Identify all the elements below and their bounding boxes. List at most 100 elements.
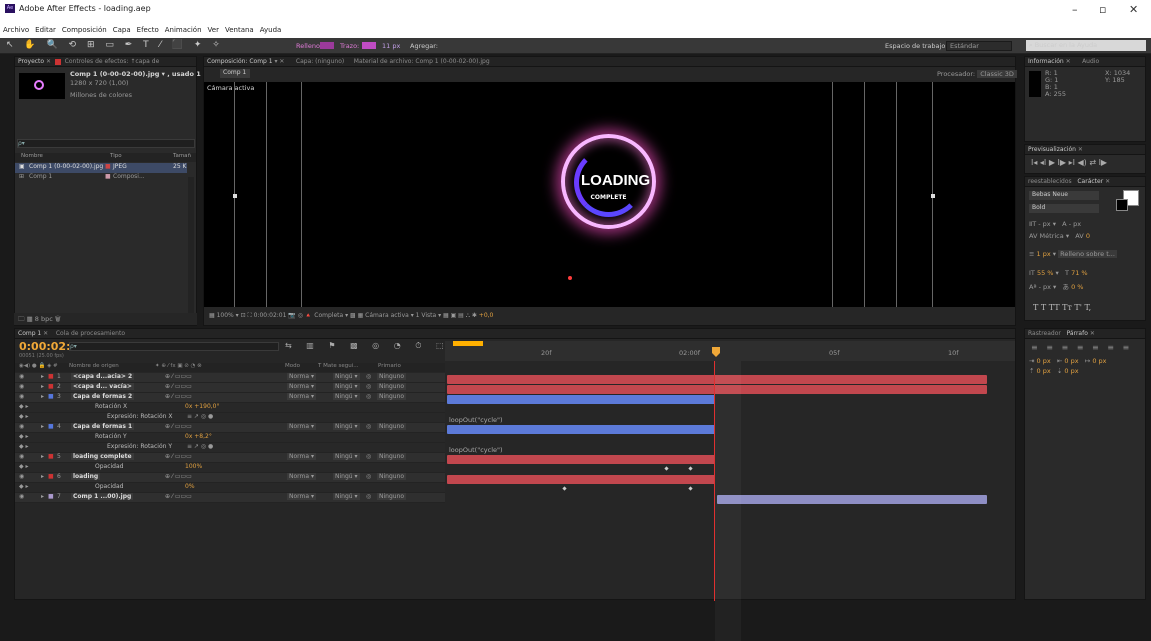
tab-comp1[interactable]: Comp 1 [18,330,41,337]
col-mode[interactable]: Modo [285,363,300,369]
stroke-width[interactable]: 11 px [382,42,400,50]
property-row[interactable]: ◆ ▸ Expresión: Rotación X ≡ ↗ ◎ ● [15,413,445,423]
col-parent[interactable]: Primario [378,363,401,369]
layer-name[interactable]: <capa d... vacía> [71,383,134,390]
expand-arrow-icon[interactable]: ▸ [41,393,44,400]
menu-item-1[interactable]: Editar [32,26,59,34]
label-color-icon[interactable]: ■ [48,383,54,390]
trash-icon[interactable]: 🗑 [55,315,61,323]
stroke-swatch[interactable] [362,42,376,49]
pickwhip-icon[interactable]: ◎ [366,423,371,430]
layer-row[interactable]: ◉ ▸ ■ 1 <capa d...acia> 2 ⊕ ⁄ ▭▭▭ Norma ▾ Ningú… [15,373,445,383]
parent-select[interactable]: Ninguno [377,453,407,460]
track-matte-select[interactable]: Ningú ▾ [333,393,360,400]
eye-icon[interactable]: ◉ [19,493,24,500]
tab-effect-controls[interactable]: Controles de efectos: ↑capa de [65,58,160,65]
layer-switches[interactable]: ⊕ ⁄ ▭▭▭ [165,393,192,400]
align-buttons[interactable]: ≡ ≡ ≡ ≡ ≡ ≡ ≡ [1031,343,1132,352]
menu-item-0[interactable]: Archivo [0,26,32,34]
blend-mode-select[interactable]: Norma ▾ [287,493,316,500]
track-matte-select[interactable]: Ningú ▾ [333,453,360,460]
track-matte-select[interactable]: Ningú ▾ [333,373,360,380]
parent-select[interactable]: Ninguno [377,473,407,480]
tab-project[interactable]: Proyecto [18,58,44,65]
label-color-icon[interactable]: ■ [48,373,54,380]
blend-mode-select[interactable]: Norma ▾ [287,373,316,380]
eye-icon[interactable]: ◉ [19,393,24,400]
parent-select[interactable]: Ninguno [377,373,407,380]
tab-preview[interactable]: Previsualización [1028,146,1076,153]
playhead-handle[interactable] [712,347,720,357]
stroke-width-row[interactable]: ≡ 1 px ▾ Relleno sobre t... [1029,250,1117,258]
layer-bar[interactable] [447,425,715,434]
menu-item-5[interactable]: Animación [162,26,205,34]
timeline-search-input[interactable]: ρ▾ [69,342,279,351]
layer-bar[interactable] [447,475,715,484]
expression-icons[interactable]: ≡ ↗ ◎ ● [187,413,213,420]
layer-row[interactable]: ◉ ▸ ■ 5 loading complete ⊕ ⁄ ▭▭▭ Norma ▾ Ningú … [15,453,445,463]
project-item[interactable]: ▣ Comp 1 (0-00-02-00).jpg ■ JPEG 25 K [15,163,187,173]
layer-switches[interactable]: ⊕ ⁄ ▭▭▭ [165,373,192,380]
comp-viewer[interactable]: Cámara activa LOADING COMPLETE [204,82,1015,307]
layer-row[interactable]: ◉ ▸ ■ 7 Comp 1 ...00).jpg ⊕ ⁄ ▭▭▭ Norma ▾ Ningú… [15,493,445,503]
layer-name[interactable]: Capa de formas 2 [71,393,135,400]
exposure-value[interactable]: +0,0 [479,312,494,319]
keyframe-nav-icon[interactable]: ◆ ▸ [19,443,29,450]
baseline-row[interactable]: Aª - px ▾ あ 0 % [1029,281,1083,291]
eye-icon[interactable]: ◉ [19,383,24,390]
track-matte-select[interactable]: Ningú ▾ [333,493,360,500]
layer-switches[interactable]: ⊕ ⁄ ▭▭▭ [165,473,192,480]
property-row[interactable]: ◆ ▸ Opacidad 0% [15,483,445,493]
folder-icon[interactable]: 🗀 ▦ [18,315,33,323]
eye-icon[interactable]: ◉ [19,473,24,480]
pickwhip-icon[interactable]: ◎ [366,473,371,480]
layer-bar[interactable] [447,455,715,464]
layer-switches[interactable]: ⊕ ⁄ ▭▭▭ [165,423,192,430]
work-area-start[interactable] [453,341,483,346]
label-color-icon[interactable]: ■ [48,473,54,480]
track-matte-select[interactable]: Ningú ▾ [333,473,360,480]
expand-arrow-icon[interactable]: ▸ [41,423,44,430]
menu-item-3[interactable]: Capa [110,26,134,34]
blend-mode-select[interactable]: Norma ▾ [287,383,316,390]
maximize-button[interactable]: ▫ [1099,3,1106,16]
renderer-select[interactable]: Classic 3D [977,70,1017,78]
quality-select[interactable]: Completa [314,312,343,319]
kerning[interactable]: AV Métrica ▾ AV 0 [1029,232,1090,240]
camera-select[interactable]: Cámara activa [365,312,409,319]
tab-character[interactable]: Carácter [1077,178,1103,185]
layer-name[interactable]: loading complete [71,453,134,460]
grid-icon[interactable]: ▦ [209,312,215,319]
font-size[interactable]: ⅡT - px ▾ A - px [1029,220,1081,228]
blend-mode-select[interactable]: Norma ▾ [287,473,316,480]
layer-switches[interactable]: ⊕ ⁄ ▭▭▭ [165,453,192,460]
property-row[interactable]: ◆ ▸ Expresión: Rotación Y ≡ ↗ ◎ ● [15,443,445,453]
menu-item-6[interactable]: Ver [205,26,222,34]
keyframe[interactable] [664,466,669,471]
project-scrollbar[interactable] [188,177,194,317]
property-value[interactable]: 0% [185,483,195,490]
parent-select[interactable]: Ninguno [377,393,407,400]
expand-arrow-icon[interactable]: ▸ [41,383,44,390]
property-row[interactable]: ◆ ▸ Opacidad 100% [15,463,445,473]
keyframe-nav-icon[interactable]: ◆ ▸ [19,483,29,490]
text-style-buttons[interactable]: T T TT Tт T' T, [1033,303,1091,312]
layer-name[interactable]: loading [71,473,101,480]
help-search-input[interactable]: ⌕ Buscar en la Ayuda [1026,40,1146,51]
camera-icon[interactable]: 📷 [288,312,295,319]
expand-arrow-icon[interactable]: ▸ [41,453,44,460]
label-color-icon[interactable]: ■ [48,423,54,430]
playhead-line[interactable] [714,361,715,601]
close-button[interactable]: ✕ [1129,3,1138,16]
col-type[interactable]: Tipo [110,153,122,159]
project-item[interactable]: ⊞ Comp 1 ■ Composi... [15,173,187,183]
layer-name[interactable]: <capa d...acia> 2 [71,373,135,380]
property-row[interactable]: ◆ ▸ Rotación X 0x +190,0° [15,403,445,413]
space-row[interactable]: ⇡ 0 px ⇣ 0 px [1029,367,1079,375]
parent-select[interactable]: Ninguno [377,493,407,500]
pickwhip-icon[interactable]: ◎ [366,383,371,390]
keyframe[interactable] [688,486,693,491]
col-name[interactable]: Nombre [21,153,43,159]
layer-name[interactable]: Comp 1 ...00).jpg [71,493,134,500]
tab-footage[interactable]: Material de archivo: Comp 1 (0-00-02-00)… [354,58,490,65]
